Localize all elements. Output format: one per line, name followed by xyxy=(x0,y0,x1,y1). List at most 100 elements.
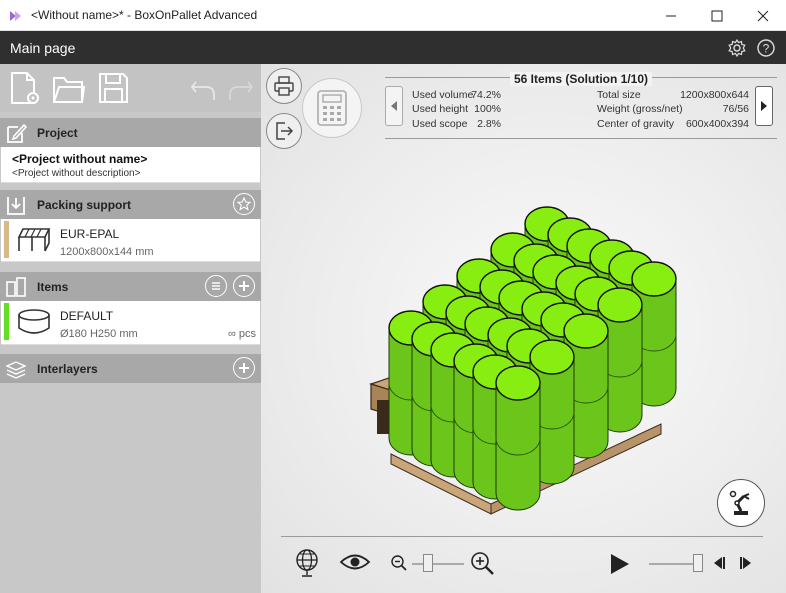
cylinder-top xyxy=(495,365,541,401)
help-icon[interactable]: ? xyxy=(756,38,776,58)
previous-solution-button[interactable] xyxy=(385,86,403,126)
project-card[interactable]: <Project without name> <Project without … xyxy=(1,147,260,183)
gear-icon[interactable] xyxy=(727,38,747,58)
print-button[interactable] xyxy=(266,68,302,104)
eye-icon[interactable] xyxy=(339,552,371,572)
timeline-slider-thumb[interactable] xyxy=(693,554,703,572)
interlayers-section-label: Interlayers xyxy=(37,362,98,376)
minimize-icon xyxy=(666,15,676,16)
zoom-slider-thumb[interactable] xyxy=(422,554,433,572)
item-accent xyxy=(4,303,9,340)
maximize-icon xyxy=(711,10,723,21)
packing-support-section-header[interactable]: Packing support xyxy=(0,190,261,219)
window-title: <Without name>* - BoxOnPallet Advanced xyxy=(31,8,258,22)
stat-value: 2.8% xyxy=(477,118,501,130)
redo-icon[interactable] xyxy=(226,70,256,106)
export-button[interactable] xyxy=(266,113,302,149)
item-name: DEFAULT xyxy=(60,309,114,323)
packing-support-card[interactable]: EUR-EPAL 1200x800x144 mm xyxy=(1,219,260,262)
stat-value: 100% xyxy=(474,103,501,115)
star-icon xyxy=(237,197,251,211)
add-item-button[interactable] xyxy=(233,275,255,297)
toolbar xyxy=(0,64,261,112)
title-bar: <Without name>* - BoxOnPallet Advanced xyxy=(0,0,786,31)
cylinder-top xyxy=(631,261,677,297)
export-icon xyxy=(276,122,294,140)
zoom-in-icon[interactable] xyxy=(469,550,495,576)
packing-support-size: 1200x800x144 mm xyxy=(60,246,154,258)
open-folder-icon[interactable] xyxy=(51,70,85,106)
close-button[interactable] xyxy=(740,0,786,31)
solution-title: 56 Items (Solution 1/10) xyxy=(385,72,777,86)
svg-text:?: ? xyxy=(763,42,770,56)
step-forward-icon[interactable] xyxy=(738,555,754,571)
favorite-button[interactable] xyxy=(233,193,255,215)
zoom-slider-track[interactable] xyxy=(412,563,464,565)
packing-support-icon xyxy=(7,197,25,215)
cylinder-body xyxy=(495,382,541,511)
solution-title-text: 56 Items (Solution 1/10) xyxy=(509,72,653,86)
robot-simulation-button[interactable] xyxy=(717,479,765,527)
project-description: <Project without description> xyxy=(12,168,141,179)
save-icon[interactable] xyxy=(96,70,130,106)
items-section-label: Items xyxy=(37,280,69,294)
stat-label: Total size xyxy=(597,89,641,101)
plus-icon xyxy=(239,281,249,291)
play-icon[interactable] xyxy=(609,553,631,575)
add-interlayer-button[interactable] xyxy=(233,357,255,379)
packing-support-accent xyxy=(4,221,9,258)
calculator-icon xyxy=(317,90,347,126)
interlayers-icon xyxy=(5,361,27,379)
pallet-load-render xyxy=(369,206,677,515)
viewport-3d[interactable]: 56 Items (Solution 1/10) Used volume 74.… xyxy=(261,64,786,593)
stat-value: 600x400x394 xyxy=(685,118,749,130)
cylinder-top xyxy=(529,339,575,375)
list-icon xyxy=(212,282,220,290)
page-title: Main page xyxy=(10,40,76,56)
edit-document-icon xyxy=(7,123,27,143)
sidebar: Project <Project without name> <Project … xyxy=(0,64,261,593)
plus-icon xyxy=(239,363,249,373)
new-project-icon[interactable] xyxy=(7,70,41,106)
calculator-button[interactable] xyxy=(302,78,362,138)
app-header: Main page ? xyxy=(0,31,786,64)
items-section-header[interactable]: Items xyxy=(0,272,261,301)
stat-label: Used volume xyxy=(412,89,474,101)
undo-icon[interactable] xyxy=(188,70,218,106)
step-back-icon[interactable] xyxy=(711,555,727,571)
stat-label: Used height xyxy=(412,103,469,115)
cylinder-icon xyxy=(18,309,50,334)
bottom-divider xyxy=(281,536,763,537)
info-bottom-divider xyxy=(385,138,777,139)
cylinder-top xyxy=(597,287,643,323)
stat-label: Center of gravity xyxy=(597,118,675,130)
close-icon xyxy=(757,10,769,21)
packing-support-name: EUR-EPAL xyxy=(60,227,120,241)
item-card[interactable]: DEFAULT Ø180 H250 mm ∞ pcs xyxy=(1,301,260,345)
stat-value: 76/56 xyxy=(722,103,749,115)
next-solution-button[interactable] xyxy=(755,86,773,126)
stat-value: 74.2% xyxy=(471,89,501,101)
triangle-right-icon xyxy=(761,101,767,111)
robot-arm-icon xyxy=(729,490,750,515)
packing-support-section-label: Packing support xyxy=(37,198,132,212)
project-section-header[interactable]: Project xyxy=(0,118,261,147)
stat-value: 1200x800x644 xyxy=(680,89,749,101)
project-name: <Project without name> xyxy=(12,152,148,166)
interlayers-section-header[interactable]: Interlayers xyxy=(0,354,261,383)
printer-icon xyxy=(274,76,294,96)
stat-label: Weight (gross/net) xyxy=(597,103,683,115)
boxonpallet-logo-icon xyxy=(10,11,21,21)
items-icon xyxy=(6,277,26,297)
project-section-label: Project xyxy=(37,126,78,140)
maximize-button[interactable] xyxy=(694,0,740,31)
pallet-icon xyxy=(17,228,51,252)
globe-icon[interactable] xyxy=(294,548,320,578)
solution-info-panel: 56 Items (Solution 1/10) Used volume 74.… xyxy=(385,66,777,139)
triangle-left-icon xyxy=(391,101,397,111)
zoom-out-icon[interactable] xyxy=(390,554,408,572)
cylinder-top xyxy=(563,313,609,349)
items-list-button[interactable] xyxy=(205,275,227,297)
minimize-button[interactable] xyxy=(648,0,694,31)
item-quantity: ∞ pcs xyxy=(227,328,256,340)
